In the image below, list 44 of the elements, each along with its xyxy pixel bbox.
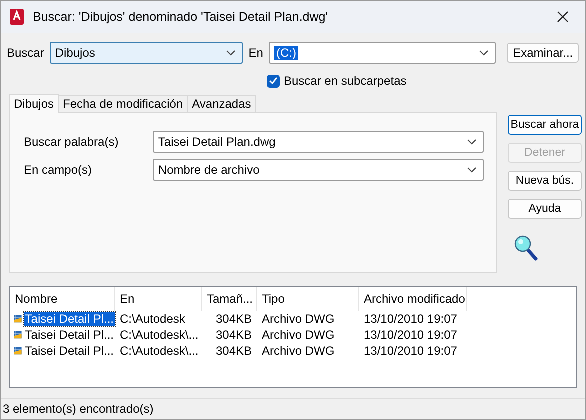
field-label: En campo(s) xyxy=(24,163,94,177)
location-label: En xyxy=(248,46,264,60)
table-cell: 304KB xyxy=(216,328,252,342)
action-button[interactable]: Buscar ahora xyxy=(508,115,582,135)
file-name[interactable]: Taisei Detail Pl... xyxy=(24,344,115,358)
file-name[interactable]: Taisei Detail Pl... xyxy=(24,312,115,326)
chevron-down-icon xyxy=(467,167,477,173)
table-cell: C:\Autodesk\... xyxy=(120,328,199,342)
table-cell: 13/10/2010 19:07 xyxy=(364,312,458,326)
action-button[interactable]: Nueva bús. xyxy=(508,171,582,191)
app-logo-icon xyxy=(9,8,25,26)
type-label: Buscar xyxy=(7,46,44,60)
table-cell: Archivo DWG xyxy=(262,344,335,358)
table-cell: Archivo DWG xyxy=(262,312,335,326)
table-cell: Archivo DWG xyxy=(262,328,335,342)
column-header[interactable]: Archivo modificado xyxy=(359,287,467,311)
window-title: Buscar: 'Dibujos' denominado 'Taisei Detail Plan.dwg' xyxy=(33,10,330,24)
chevron-down-icon xyxy=(226,50,236,56)
magnifier-icon xyxy=(514,235,538,261)
field-label: Buscar palabra(s) xyxy=(24,135,120,149)
table-cell: C:\Autodesk\... xyxy=(120,344,199,358)
table-cell: 13/10/2010 19:07 xyxy=(364,328,458,342)
column-header[interactable]: En xyxy=(115,287,202,311)
subfolders-label: Buscar en subcarpetas xyxy=(284,74,407,88)
chevron-down-icon xyxy=(467,139,477,145)
tab[interactable]: Avanzadas xyxy=(187,95,256,112)
table-cell: 304KB xyxy=(216,312,252,326)
subfolders-checkbox[interactable] xyxy=(267,74,280,88)
column-header[interactable]: Tipo xyxy=(257,287,359,311)
tab[interactable]: Dibujos xyxy=(9,94,60,113)
type-dropdown[interactable]: Dibujos xyxy=(50,42,243,64)
close-icon[interactable] xyxy=(555,9,571,25)
table-cell: 13/10/2010 19:07 xyxy=(364,344,458,358)
status-text: 3 elemento(s) encontrado(s) xyxy=(3,402,154,416)
table-cell: C:\Autodesk xyxy=(120,312,186,326)
field-dropdown[interactable]: Taisei Detail Plan.dwg xyxy=(153,131,484,153)
chevron-down-icon xyxy=(479,50,490,56)
table-cell: 304KB xyxy=(216,344,252,358)
column-header[interactable]: Tamañ... xyxy=(202,287,257,311)
field-dropdown[interactable]: Nombre de archivo xyxy=(153,159,484,181)
file-name[interactable]: Taisei Detail Pl... xyxy=(24,328,115,342)
browse-button[interactable]: Examinar... xyxy=(507,43,579,63)
action-button[interactable]: Ayuda xyxy=(508,199,582,219)
location-dropdown[interactable]: (C:) xyxy=(269,42,496,64)
